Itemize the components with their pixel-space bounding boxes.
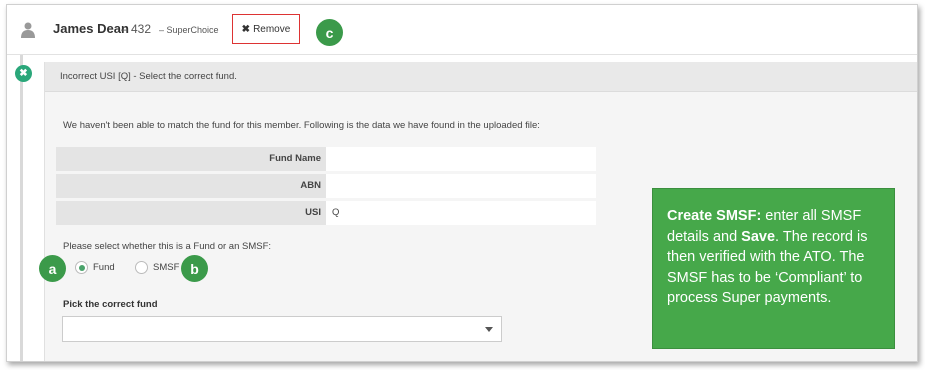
smsf-note: Create SMSF: enter all SMSF details and …	[652, 188, 895, 349]
member-fund: – SuperChoice	[159, 25, 219, 35]
error-bar: Incorrect USI [Q] - Select the correct f…	[45, 62, 917, 92]
callout-c: c	[316, 19, 343, 46]
error-message: Incorrect USI [Q] - Select the correct f…	[60, 71, 237, 82]
timeline-line	[20, 55, 23, 361]
callout-a: a	[39, 255, 66, 282]
remove-button[interactable]: ✖ Remove	[232, 14, 300, 44]
radio-fund-label: Fund	[93, 262, 115, 273]
note-save: Save	[741, 228, 776, 245]
remove-label: Remove	[253, 23, 291, 35]
remove-icon: ✖	[241, 23, 251, 35]
intro-text: We haven't been able to match the fund f…	[63, 120, 540, 131]
chevron-down-icon	[485, 327, 493, 332]
field-value	[326, 147, 596, 171]
field-label: Fund Name	[56, 147, 326, 171]
radio-fund-indicator[interactable]	[75, 261, 88, 274]
field-label: USI	[56, 201, 326, 225]
radio-fund[interactable]: Fund	[75, 261, 115, 274]
person-icon	[21, 22, 35, 38]
member-id: – 432	[121, 22, 152, 36]
radio-smsf-label: SMSF	[153, 262, 180, 273]
error-status-icon: ✖	[15, 65, 32, 82]
field-row-abn: ABN	[56, 174, 596, 198]
radio-smsf[interactable]: SMSF	[135, 261, 179, 274]
field-value	[326, 174, 596, 198]
field-row-fund-name: Fund Name	[56, 147, 596, 171]
callout-b: b	[181, 255, 208, 282]
note-title: Create SMSF:	[667, 208, 762, 224]
radio-smsf-indicator[interactable]	[135, 261, 148, 274]
field-value: Q	[326, 201, 596, 225]
member-header: James Dean – 432 – SuperChoice ✖ Remove …	[7, 5, 917, 55]
field-label: ABN	[56, 174, 326, 198]
fund-select[interactable]	[62, 316, 502, 342]
fund-type-prompt: Please select whether this is a Fund or …	[63, 241, 272, 252]
field-row-usi: USI Q	[56, 201, 596, 225]
member-name: James Dean	[53, 21, 129, 36]
pick-fund-label: Pick the correct fund	[63, 299, 158, 310]
